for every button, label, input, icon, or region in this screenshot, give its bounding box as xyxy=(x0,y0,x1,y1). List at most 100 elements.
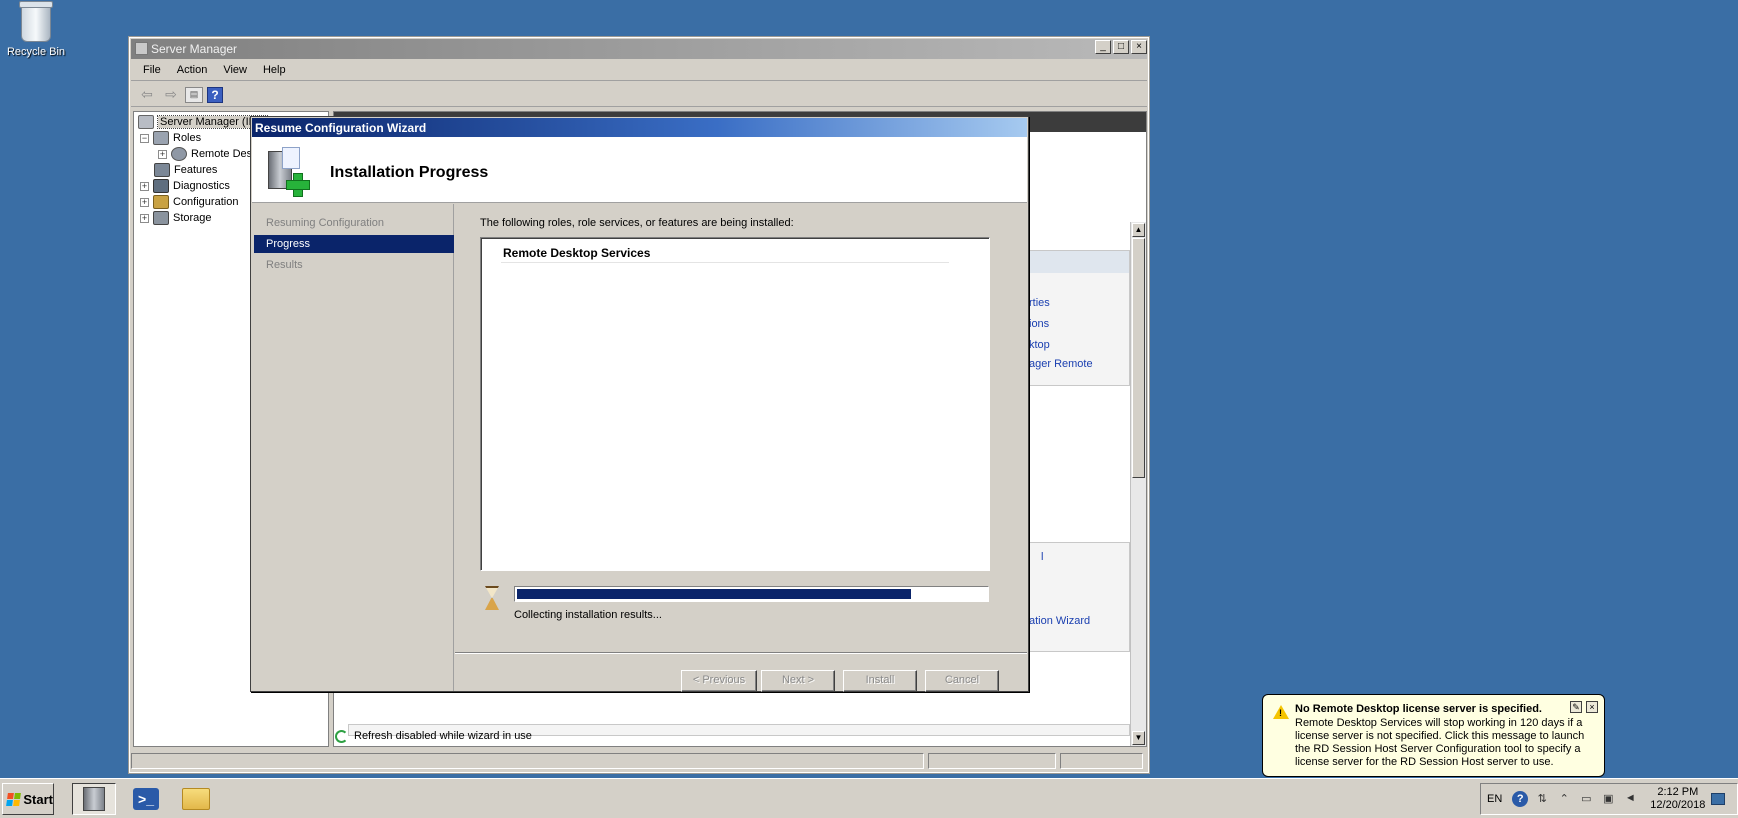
hourglass-icon xyxy=(483,586,501,612)
balloon-options-icon[interactable]: ✎ xyxy=(1570,701,1582,713)
vertical-scrollbar[interactable]: ▲ ▼ xyxy=(1130,222,1146,746)
install-server-icon xyxy=(264,147,310,197)
start-button[interactable]: Start xyxy=(2,783,54,815)
show-desktop-icon[interactable] xyxy=(1711,793,1726,805)
language-options-icon[interactable]: ⇅ xyxy=(1534,792,1550,806)
step-progress: Progress xyxy=(254,235,454,253)
volume-muted-icon[interactable]: ◄ xyxy=(1622,792,1638,806)
wizard-content: The following roles, role services, or f… xyxy=(455,204,1027,692)
status-pane-3 xyxy=(1059,753,1144,769)
link-configuration-wizard[interactable]: ation Wizard xyxy=(1029,615,1090,627)
clock-date: 12/20/2018 xyxy=(1650,799,1706,811)
recycle-bin-label: Recycle Bin xyxy=(6,46,66,58)
install-button[interactable]: Install xyxy=(843,670,917,692)
tree-item-features[interactable]: Features xyxy=(154,162,217,178)
tree-item-label: Configuration xyxy=(173,196,239,208)
close-button[interactable]: × xyxy=(1131,40,1147,54)
taskbar-explorer[interactable] xyxy=(174,783,218,815)
refresh-status: Refresh disabled while wizard in use xyxy=(335,727,532,745)
refresh-text: Refresh disabled while wizard in use xyxy=(354,730,532,742)
list-item: Remote Desktop Services xyxy=(503,246,651,260)
expand-icon[interactable]: + xyxy=(140,181,149,191)
installing-items-list[interactable]: Remote Desktop Services xyxy=(480,237,990,571)
collapse-icon[interactable]: − xyxy=(140,133,149,143)
wizard-header: Installation Progress xyxy=(252,137,1027,203)
menu-action[interactable]: Action xyxy=(169,61,216,80)
balloon-text: Remote Desktop Services will stop workin… xyxy=(1295,717,1585,768)
system-tray: EN ? ⇅ ⌃ ▭ ▣ ◄ 2:12 PM 12/20/2018 xyxy=(1480,783,1738,815)
recycle-bin[interactable]: Recycle Bin xyxy=(6,1,66,58)
cancel-button[interactable]: Cancel xyxy=(925,670,999,692)
taskbar-powershell[interactable]: >_ xyxy=(124,783,168,815)
window-controls: _ □ × xyxy=(1095,40,1147,54)
link-manager-remote[interactable]: ager Remote xyxy=(1029,358,1093,370)
expand-icon[interactable]: + xyxy=(158,149,167,159)
powershell-icon: >_ xyxy=(133,788,159,810)
toolbar: ⇦ ⇨ ▤ ? xyxy=(131,83,1147,107)
expand-icon[interactable]: + xyxy=(140,213,149,223)
language-indicator[interactable]: EN xyxy=(1487,793,1502,805)
menu-view[interactable]: View xyxy=(215,61,255,80)
help-icon[interactable]: ? xyxy=(207,86,223,103)
license-notification-balloon[interactable]: ! No Remote Desktop license server is sp… xyxy=(1262,694,1605,777)
clock[interactable]: 2:12 PM 12/20/2018 xyxy=(1650,786,1705,812)
status-pane-2 xyxy=(928,753,1056,769)
clock-time: 2:12 PM xyxy=(1657,786,1699,798)
windows-logo-icon xyxy=(6,792,22,806)
tree-item-storage[interactable]: + Storage xyxy=(140,210,212,226)
explorer-folder-icon xyxy=(182,788,210,810)
maximize-button[interactable]: □ xyxy=(1113,40,1129,54)
step-results: Results xyxy=(266,259,303,271)
progress-fill xyxy=(517,589,911,599)
server-manager-icon xyxy=(135,42,148,55)
link-options[interactable]: ions xyxy=(1029,318,1049,330)
menu-file[interactable]: File xyxy=(135,61,169,80)
expand-icon[interactable]: + xyxy=(140,197,149,207)
balloon-close-button[interactable]: × xyxy=(1586,701,1598,713)
window-title-bar[interactable]: Server Manager xyxy=(131,39,1147,59)
diagnostics-icon xyxy=(153,179,169,193)
tree-item-label: Remote Des xyxy=(191,148,253,160)
link-desktop[interactable]: ktop xyxy=(1029,339,1050,351)
menu-help[interactable]: Help xyxy=(255,61,294,80)
scroll-thumb[interactable] xyxy=(1132,238,1145,478)
help-icon[interactable]: ? xyxy=(1512,791,1529,807)
tree-item-remote-desktop[interactable]: + Remote Des xyxy=(158,146,252,162)
tree-item-roles[interactable]: − Roles xyxy=(140,130,201,146)
tree-item-configuration[interactable]: + Configuration xyxy=(140,194,238,210)
link-properties[interactable]: rties xyxy=(1029,297,1050,309)
minimize-button[interactable]: _ xyxy=(1095,40,1111,54)
forward-arrow-icon[interactable]: ⇨ xyxy=(161,86,181,104)
scroll-down-icon[interactable]: ▼ xyxy=(1132,731,1145,745)
server-manager-icon xyxy=(83,787,105,811)
next-button[interactable]: Next > xyxy=(761,670,835,692)
back-arrow-icon[interactable]: ⇦ xyxy=(137,86,157,104)
step-resuming-configuration: Resuming Configuration xyxy=(266,217,385,229)
tree-item-label: Diagnostics xyxy=(173,180,230,192)
server-icon xyxy=(138,115,154,129)
show-hide-tree-icon[interactable]: ▤ xyxy=(185,86,203,103)
window-title: Server Manager xyxy=(151,42,238,56)
roles-icon xyxy=(153,131,169,145)
tree-item-diagnostics[interactable]: + Diagnostics xyxy=(140,178,230,194)
progress-status-text: Collecting installation results... xyxy=(514,609,662,621)
storage-icon xyxy=(153,211,169,225)
link-partial[interactable]: l xyxy=(1041,551,1043,563)
remote-desktop-licensing-icon[interactable]: ▭ xyxy=(1578,792,1594,806)
wizard-steps: Resuming Configuration Progress Results xyxy=(252,204,454,691)
scroll-up-icon[interactable]: ▲ xyxy=(1132,223,1145,237)
tree-item-label: Roles xyxy=(173,132,202,144)
tree-item-label: Storage xyxy=(173,212,212,224)
tree-item-root[interactable]: Server Manager (IE... xyxy=(138,114,269,130)
refresh-icon xyxy=(335,729,348,743)
network-icon[interactable]: ▣ xyxy=(1600,792,1616,806)
balloon-title: No Remote Desktop license server is spec… xyxy=(1295,703,1542,715)
recycle-bin-icon xyxy=(19,1,53,42)
tree-item-label: Features xyxy=(174,164,218,176)
previous-button[interactable]: < Previous xyxy=(681,670,757,692)
start-label: Start xyxy=(23,791,53,807)
show-hidden-icons-icon[interactable]: ⌃ xyxy=(1556,792,1572,806)
wizard-title-bar[interactable]: Resume Configuration Wizard xyxy=(252,118,1027,137)
taskbar-server-manager[interactable] xyxy=(72,783,116,815)
status-pane-main xyxy=(131,753,925,769)
